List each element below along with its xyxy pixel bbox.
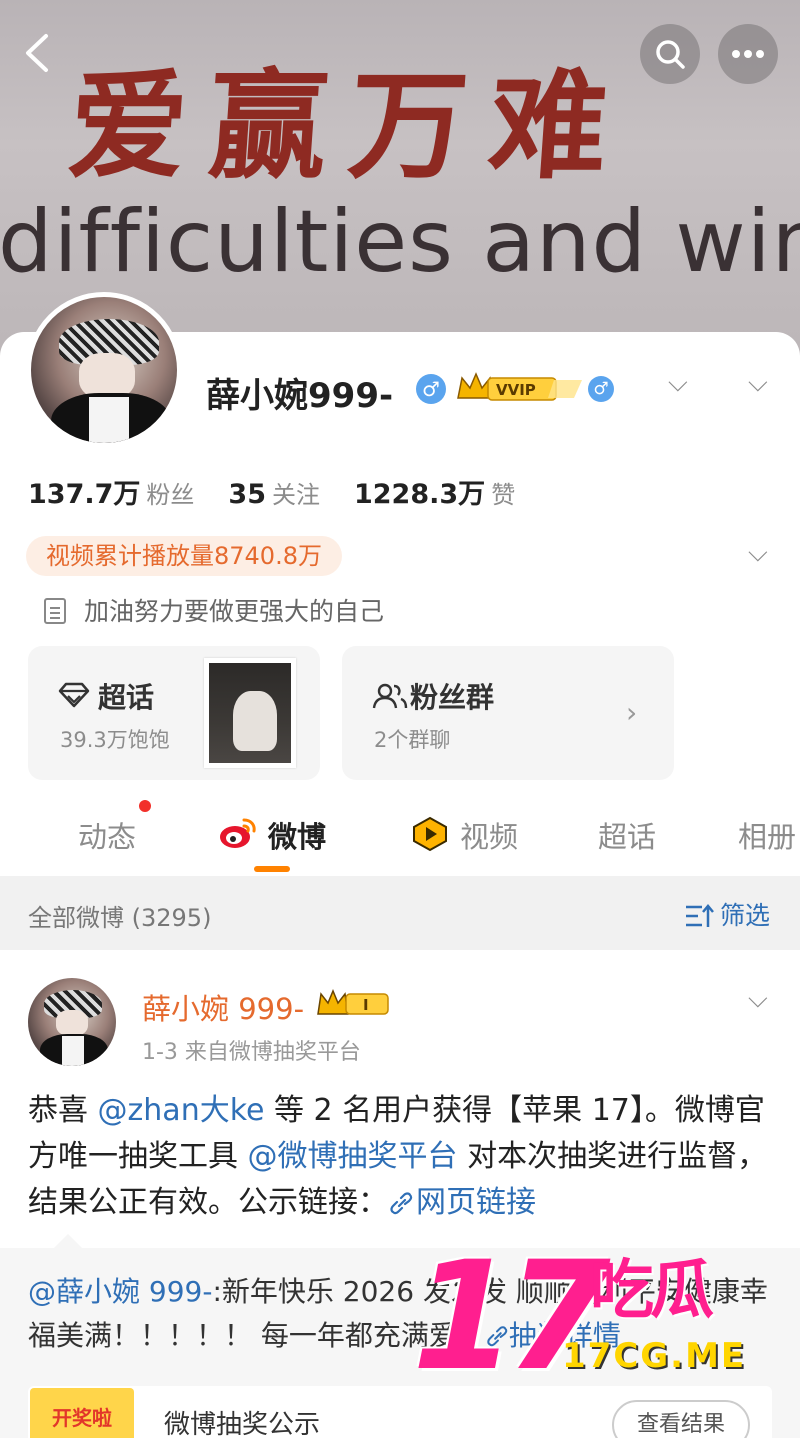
filter-button[interactable]: 筛选 xyxy=(684,896,770,932)
filter-label: 筛选 xyxy=(719,901,770,930)
followers-label: 粉丝 xyxy=(146,481,195,509)
profile-avatar[interactable] xyxy=(26,292,182,448)
expand-chevron-icon[interactable]: ⌵ xyxy=(748,538,768,569)
post-body: 恭喜 @zhan大ke 等 2 名用户获得【苹果 17】。微博官方唯一抽奖工具 … xyxy=(28,1088,778,1226)
post-author-avatar[interactable] xyxy=(28,978,116,1066)
post-meta: 1-3 来自微博抽奖平台 xyxy=(142,1040,361,1065)
filter-icon xyxy=(685,904,714,927)
post-menu-chevron-icon[interactable]: ⌵ xyxy=(748,984,768,1015)
chevron-down-icon-2[interactable]: ⌵ xyxy=(748,368,768,399)
mention-link[interactable]: @zhan大ke xyxy=(98,1093,265,1128)
supertopic-subtitle: 39.3万饱饱 xyxy=(60,728,170,752)
notification-dot xyxy=(139,800,151,812)
tab-supertopic[interactable]: 超话 xyxy=(598,814,656,856)
document-icon xyxy=(44,598,66,624)
cover-text-english: difficulties and wins xyxy=(0,192,800,292)
supertopic-tile[interactable]: 超话 39.3万饱饱 xyxy=(28,646,320,780)
search-icon xyxy=(656,40,685,69)
post-author-name[interactable]: 薛小婉 999- xyxy=(142,986,304,1028)
post-text-1: 恭喜 xyxy=(28,1093,98,1128)
repost-mention[interactable]: @薛小婉 999- xyxy=(28,1275,212,1308)
weibo-logo-icon xyxy=(220,818,256,848)
likes-count: 1228.3万 xyxy=(353,479,486,510)
tab-video[interactable]: 视频 xyxy=(460,814,518,856)
profile-name: 薛小婉999- xyxy=(206,376,394,416)
repost-caret xyxy=(54,1234,82,1248)
link-icon xyxy=(390,1192,413,1215)
search-button[interactable] xyxy=(640,24,700,84)
following-label: 关注 xyxy=(271,481,320,509)
lottery-card-title: 微博抽奖公示 xyxy=(164,1410,321,1438)
view-result-button[interactable]: 查看结果 xyxy=(612,1400,750,1438)
tab-dynamic[interactable]: 动态 xyxy=(78,814,136,856)
tab-weibo[interactable]: 微博 xyxy=(268,814,326,856)
svg-text:I: I xyxy=(363,996,369,1014)
following-count[interactable]: 35 xyxy=(228,479,266,510)
supertopic-title: 超话 xyxy=(98,681,155,714)
cover-text-chinese: 爱赢万难 xyxy=(64,56,635,195)
male-gender-icon: ♂ xyxy=(416,374,446,404)
tab-album[interactable]: 相册 xyxy=(738,814,796,856)
supertopic-photo xyxy=(204,658,296,768)
more-button[interactable] xyxy=(718,24,778,84)
mention-link-2[interactable]: @微博抽奖平台 xyxy=(248,1139,458,1174)
fan-group-subtitle: 2个群聊 xyxy=(374,728,451,752)
watermark-domain: 17CG.ME xyxy=(562,1336,747,1376)
profile-tabs: 动态 微博 视频 超话 相册 xyxy=(0,806,800,872)
web-link-text: 网页链接 xyxy=(416,1185,536,1220)
profile-stats: 137.7万 粉丝 35 关注 1228.3万赞 xyxy=(28,472,549,511)
bio-text: 加油努力要做更强大的自己 xyxy=(84,597,385,626)
watermark-chinese: 吃瓜 xyxy=(590,1254,714,1328)
vvip-badge-icon: VVIP xyxy=(457,372,582,401)
fan-group-tile[interactable]: 粉丝群 2个群聊 › xyxy=(342,646,674,780)
followers-count[interactable]: 137.7万 xyxy=(28,479,140,510)
all-weibo-count: 全部微博 (3295) xyxy=(28,904,212,932)
svg-text:VVIP: VVIP xyxy=(496,381,536,399)
avatar-shirt xyxy=(62,1036,84,1066)
video-play-icon xyxy=(413,816,447,852)
video-play-count-badge[interactable]: 视频累计播放量8740.8万 xyxy=(26,536,342,576)
chevron-down-icon[interactable]: ⌵ xyxy=(668,368,688,399)
chevron-left-icon xyxy=(26,34,48,72)
avatar-shirt xyxy=(89,397,129,443)
weibo-profile-page: 爱赢万难 difficulties and wins 薛小婉999- ♂ VVI… xyxy=(0,0,800,1438)
back-button[interactable] xyxy=(18,28,58,78)
lottery-card[interactable]: 开奖啦 微博抽奖公示 查看结果 xyxy=(28,1386,772,1438)
likes-label: 赞 xyxy=(491,481,516,509)
lottery-thumbnail: 开奖啦 xyxy=(30,1388,134,1438)
filter-bar: 全部微博 (3295) 筛选 xyxy=(0,876,800,950)
diamond-icon xyxy=(58,682,90,708)
active-tab-indicator xyxy=(254,866,290,872)
web-link[interactable]: 网页链接 xyxy=(388,1185,536,1220)
site-watermark: 17 吃瓜 17CG.ME xyxy=(412,1242,792,1392)
people-icon xyxy=(372,683,408,709)
profile-bio: 加油努力要做更强大的自己 xyxy=(44,592,384,628)
avatar-face xyxy=(56,1010,88,1036)
chevron-right-icon: › xyxy=(626,696,638,729)
crown-badge-icon: I xyxy=(317,989,389,1015)
more-dots-icon xyxy=(732,50,764,58)
fan-group-title: 粉丝群 xyxy=(410,681,495,714)
male-gender-icon-2: ♂ xyxy=(588,376,614,402)
